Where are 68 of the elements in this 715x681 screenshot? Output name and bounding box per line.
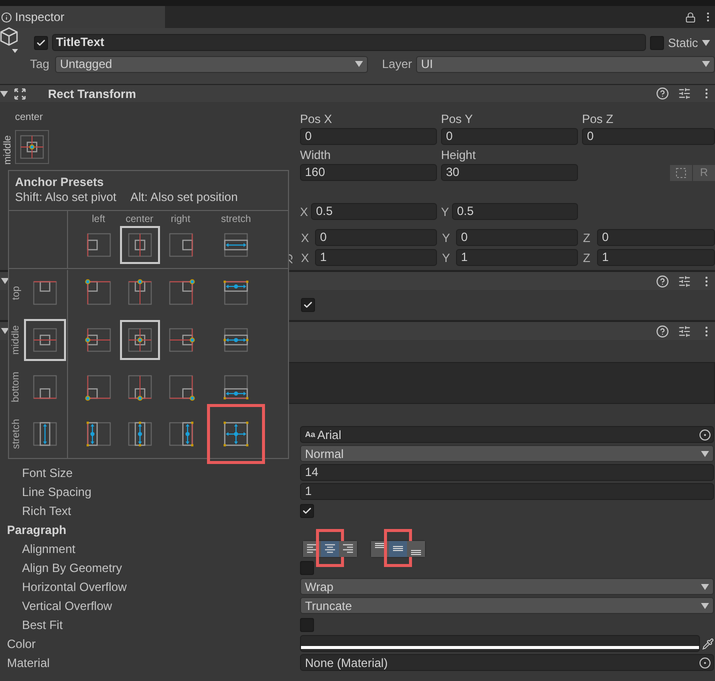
property-label: Line Spacing [22, 484, 92, 498]
axis-label: X [300, 230, 310, 244]
input-field[interactable]: 14 [300, 464, 714, 481]
column-label: left [92, 214, 106, 226]
input-field[interactable]: 0 [456, 229, 578, 246]
axis-label: Y [441, 230, 452, 244]
column-label: right [170, 214, 190, 226]
anchor-h-label: center [15, 112, 44, 124]
property-label: Align By Geometry [22, 560, 122, 574]
input-field[interactable]: 1 [456, 249, 578, 266]
input-field[interactable]: 0.5 [452, 203, 578, 220]
font-asset-icon: Aa [305, 428, 316, 442]
input-field[interactable]: 0 [315, 229, 437, 246]
property-label: Horizontal Overflow [22, 580, 127, 594]
component-title: Rect Transform [48, 86, 136, 100]
input-field[interactable]: 0 [597, 229, 715, 246]
input-field[interactable]: 30 [441, 164, 578, 181]
dropdown[interactable]: Truncate [300, 597, 714, 614]
property-label: Color [7, 636, 36, 650]
dropdown[interactable]: Normal [300, 445, 714, 462]
field-label: Pos Y [441, 112, 474, 126]
object-value: None (Material) [305, 656, 388, 670]
input-field[interactable]: 0 [441, 128, 578, 145]
property-label: Font Size [22, 466, 73, 480]
anchor-v-label: middle [2, 135, 15, 165]
axis-label: Z [582, 230, 592, 244]
axis-label: Z [582, 250, 592, 264]
row-label: stretch [10, 419, 22, 449]
axis-label: Y [441, 204, 449, 218]
name-field[interactable]: TitleText [52, 34, 646, 51]
hint-text: Shift: Also set pivot [15, 190, 116, 204]
input-field[interactable]: 0 [582, 128, 715, 145]
axis-label: X [300, 204, 308, 218]
tag-label: Tag [30, 57, 50, 71]
property-label: Material [7, 656, 50, 670]
input-field[interactable]: 1 [300, 483, 714, 500]
popup-title: Anchor Presets [15, 175, 105, 189]
layer-label: Layer [382, 57, 414, 71]
row-label: top [10, 286, 22, 300]
object-field[interactable]: None (Material) [300, 654, 714, 671]
tab[interactable]: Inspector [0, 6, 165, 28]
axis-label: Y [441, 250, 452, 264]
field-label: Width [300, 148, 332, 162]
row-label: middle [10, 325, 22, 355]
input-field[interactable]: 0.5 [311, 203, 437, 220]
field-label: Pos X [300, 112, 334, 126]
row-label: bottom [10, 372, 22, 402]
input-field[interactable]: 160 [300, 164, 437, 181]
dropdown[interactable]: Wrap [300, 578, 714, 595]
hint-text: Alt: Also set position [130, 190, 238, 204]
section-heading: Paragraph [7, 522, 66, 536]
dropdown[interactable]: UI [416, 56, 715, 72]
column-label: center [126, 214, 154, 226]
property-label: Vertical Overflow [22, 598, 112, 612]
input-field[interactable]: 0 [300, 128, 437, 145]
input-field[interactable]: 1 [315, 249, 437, 266]
object-value: Arial [317, 428, 342, 442]
field-label: Height [441, 148, 477, 162]
column-label: stretch [220, 214, 251, 226]
property-label: Best Fit [22, 618, 63, 632]
axis-label: X [300, 250, 310, 264]
static-label: Static [668, 36, 698, 50]
field-label: Pos Z [582, 112, 614, 126]
dropdown[interactable]: Untagged [55, 56, 368, 72]
component-header[interactable]: Rect Transform [0, 84, 715, 102]
property-label: Rich Text [22, 504, 72, 518]
property-label: Alignment [22, 542, 76, 556]
input-field[interactable]: 1 [597, 249, 715, 266]
